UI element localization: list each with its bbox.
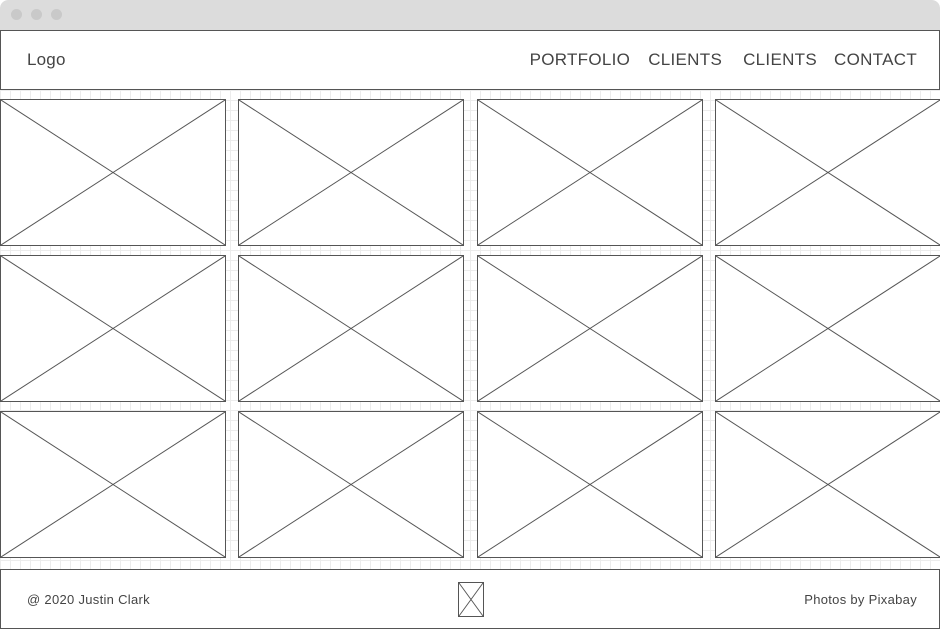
gallery-item[interactable] bbox=[0, 411, 226, 558]
footer-image-placeholder-icon bbox=[458, 582, 484, 617]
gallery-item[interactable] bbox=[477, 411, 703, 558]
image-placeholder-icon bbox=[239, 100, 463, 245]
window-close-dot[interactable] bbox=[11, 9, 22, 20]
image-placeholder-icon bbox=[716, 100, 940, 245]
gallery-item[interactable] bbox=[715, 255, 940, 402]
gallery-item[interactable] bbox=[0, 255, 226, 402]
image-placeholder-icon bbox=[239, 256, 463, 401]
site-header: Logo PORTFOLIO CLIENTS CLIENTS CONTACT bbox=[0, 30, 940, 90]
gallery-item[interactable] bbox=[477, 99, 703, 246]
image-placeholder-icon bbox=[1, 256, 225, 401]
gallery-item[interactable] bbox=[238, 411, 464, 558]
copyright-text: @ 2020 Justin Clark bbox=[27, 592, 150, 607]
gallery-item[interactable] bbox=[238, 255, 464, 402]
image-placeholder-icon bbox=[716, 256, 940, 401]
photo-credit-text[interactable]: Photos by Pixabay bbox=[804, 592, 917, 607]
image-placeholder-icon bbox=[239, 412, 463, 557]
image-placeholder-icon bbox=[1, 412, 225, 557]
nav-item-clients[interactable]: CLIENTS bbox=[648, 50, 722, 70]
browser-window: Logo PORTFOLIO CLIENTS CLIENTS CONTACT @… bbox=[0, 0, 940, 629]
gallery-item[interactable] bbox=[477, 255, 703, 402]
image-placeholder-icon bbox=[478, 100, 702, 245]
gallery-item[interactable] bbox=[0, 99, 226, 246]
gallery-item[interactable] bbox=[715, 99, 940, 246]
site-logo[interactable]: Logo bbox=[27, 50, 66, 70]
image-placeholder-icon bbox=[478, 256, 702, 401]
image-placeholder-icon bbox=[1, 100, 225, 245]
nav-item-portfolio[interactable]: PORTFOLIO bbox=[530, 50, 631, 70]
nav-item-clients-2[interactable]: CLIENTS bbox=[743, 50, 817, 70]
image-placeholder-icon bbox=[716, 412, 940, 557]
image-placeholder-icon bbox=[478, 412, 702, 557]
window-minimize-dot[interactable] bbox=[31, 9, 42, 20]
gallery-item[interactable] bbox=[238, 99, 464, 246]
main-nav: PORTFOLIO CLIENTS CLIENTS CONTACT bbox=[530, 50, 917, 70]
window-maximize-dot[interactable] bbox=[51, 9, 62, 20]
gallery-item[interactable] bbox=[715, 411, 940, 558]
nav-item-contact[interactable]: CONTACT bbox=[834, 50, 917, 70]
image-gallery bbox=[0, 90, 940, 569]
window-titlebar bbox=[0, 0, 940, 30]
site-footer: @ 2020 Justin Clark Photos by Pixabay bbox=[0, 569, 940, 629]
